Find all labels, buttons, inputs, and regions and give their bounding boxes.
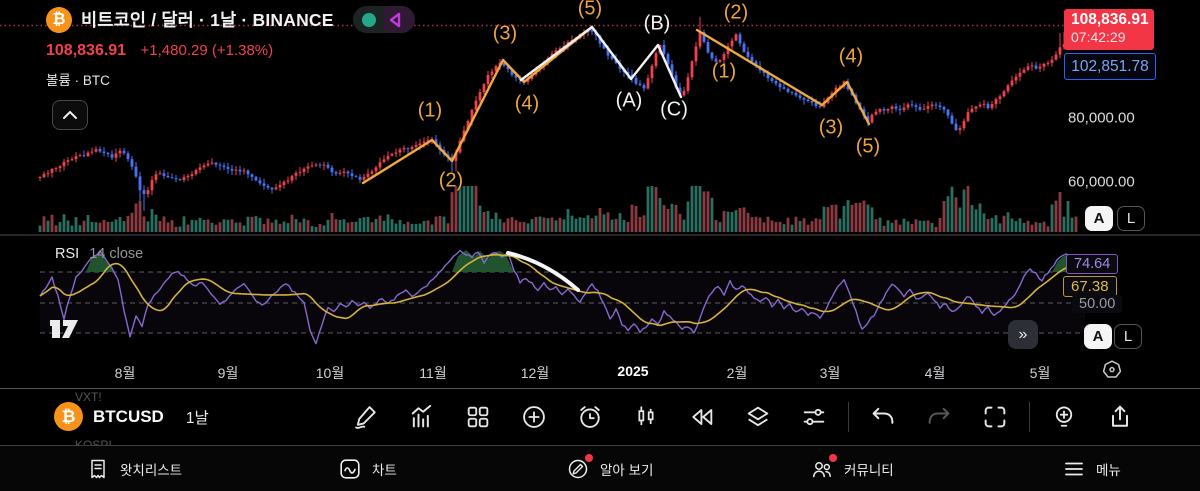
toolbar-icons — [338, 395, 1148, 439]
pane-separator[interactable] — [0, 234, 1200, 236]
notification-badge — [829, 454, 837, 462]
symbol-button[interactable]: BTCUSD — [93, 407, 164, 427]
time-tick-label: 2025 — [617, 363, 648, 379]
time-axis[interactable]: 8월 9월 10월 11월 12월 2025 2월 3월 4월 5월 — [0, 355, 1200, 388]
toolbar-divider — [1029, 402, 1030, 432]
share-button[interactable] — [1097, 395, 1143, 439]
rsi-auto-scale-button[interactable]: A — [1084, 324, 1112, 349]
rsi-legend[interactable]: RSI 14 close — [55, 246, 143, 262]
settings-sliders-icon — [800, 403, 828, 431]
chart-toolbar: VXT! KOSPI ₿ BTCUSD 1날 — [0, 389, 1200, 445]
redo-icon — [925, 403, 953, 431]
rsi-name: RSI — [55, 246, 79, 262]
time-tick-label: 4월 — [925, 363, 946, 383]
time-tick-label: 3월 — [820, 363, 841, 383]
time-tick-label: 11월 — [419, 363, 446, 383]
nav-label: 차트 — [372, 459, 397, 479]
nav-item-community[interactable]: 커뮤니티 — [810, 446, 894, 491]
axis-settings-icon[interactable] — [1100, 358, 1124, 382]
last-price: 108,836.91 — [46, 42, 126, 59]
objects-button[interactable] — [735, 395, 781, 439]
fullscreen-button[interactable] — [972, 395, 1018, 439]
share-idea-icon[interactable] — [385, 10, 405, 30]
rsi-log-scale-button[interactable]: L — [1114, 324, 1142, 349]
undo-icon — [869, 403, 897, 431]
time-tick-label: 10월 — [316, 363, 344, 383]
price-tick-label: 60,000.00 — [1068, 174, 1135, 191]
badge-price: 108,836.91 — [1071, 11, 1154, 29]
alerts-button[interactable] — [567, 395, 613, 439]
redo-button[interactable] — [916, 395, 962, 439]
notification-badge — [585, 454, 593, 462]
time-tick-label: 8월 — [115, 363, 136, 383]
time-tick-label: 5월 — [1030, 363, 1051, 383]
chart-type-icon — [632, 403, 660, 431]
nav-label: 왓치리스트 — [120, 459, 182, 479]
prev-close-label[interactable]: 102,851.78 — [1064, 53, 1156, 80]
nav-item-watchlist[interactable]: 왓치리스트 — [86, 446, 182, 491]
status-share-pill[interactable] — [353, 6, 415, 33]
price-change: +1,480.29 (+1.38%) — [141, 42, 274, 59]
volume-legend[interactable]: 볼륨 · BTC — [46, 69, 415, 89]
draw-icon — [352, 403, 380, 431]
menu-icon — [1062, 457, 1086, 481]
time-tick-label: 12월 — [521, 363, 549, 383]
add-button[interactable] — [511, 395, 557, 439]
tradingview-app: (1)(2)(3)(4)(5)(A)(B)(C)(1)(2)(3)(4)(5) … — [0, 0, 1200, 491]
toolbar-divider — [848, 402, 849, 432]
bitcoin-icon: ₿ — [46, 7, 72, 33]
replay-icon — [688, 403, 716, 431]
ideas-icon — [1050, 403, 1078, 431]
nav-label: 알아 보기 — [600, 459, 653, 479]
rsi-value-label: 74.64 — [1066, 254, 1118, 274]
chart-icon — [338, 457, 362, 481]
connection-status-icon — [362, 13, 376, 27]
layouts-icon — [464, 403, 492, 431]
alerts-icon — [576, 403, 604, 431]
rsi-ma-value-label: 67.38 — [1063, 276, 1117, 297]
fullscreen-icon — [981, 403, 1009, 431]
chart-legend: ₿ 비트코인 / 달러 · 1날 · BINANCE 108,836.91 +1… — [46, 6, 415, 89]
time-tick-label: 9월 — [218, 363, 239, 383]
symbol-title[interactable]: 비트코인 / 달러 · 1날 · BINANCE — [81, 7, 334, 32]
draw-button[interactable] — [343, 395, 389, 439]
bottom-navigation: 왓치리스트 차트 알아 보기 커뮤니티 메뉴 — [0, 446, 1200, 491]
chevron-up-icon — [62, 110, 78, 120]
add-icon — [520, 403, 548, 431]
price-tick-label: 80,000.00 — [1068, 110, 1135, 127]
time-tick-label: 2월 — [727, 363, 748, 383]
layouts-button[interactable] — [455, 395, 501, 439]
nav-label: 커뮤니티 — [844, 459, 894, 479]
nav-item-explore[interactable]: 알아 보기 — [566, 446, 653, 491]
collapse-legend-button[interactable] — [52, 100, 88, 130]
prev-close-value: 102,851.78 — [1071, 58, 1149, 76]
interval-button[interactable]: 1날 — [186, 406, 209, 428]
price-row: 108,836.91 +1,480.29 (+1.38%) — [46, 42, 415, 60]
nav-label: 메뉴 — [1096, 459, 1121, 479]
settings-sliders-button[interactable] — [791, 395, 837, 439]
share-icon — [1106, 403, 1134, 431]
nav-item-menu[interactable]: 메뉴 — [1062, 446, 1121, 491]
replay-button[interactable] — [679, 395, 725, 439]
watchlist-icon — [86, 457, 110, 481]
bitcoin-icon: ₿ — [54, 402, 83, 431]
nav-item-chart[interactable]: 차트 — [338, 446, 397, 491]
objects-icon — [744, 403, 772, 431]
log-scale-button[interactable]: L — [1117, 206, 1145, 231]
volume-layer — [39, 186, 1078, 232]
chart-type-button[interactable] — [623, 395, 669, 439]
rsi-params: 14 close — [89, 246, 143, 262]
indicators-button[interactable] — [399, 395, 445, 439]
ideas-button[interactable] — [1041, 395, 1087, 439]
nav-separator — [0, 445, 1200, 446]
auto-scale-button[interactable]: A — [1085, 206, 1113, 231]
rsi-mid-level-label: 50.00 — [1072, 295, 1122, 313]
indicators-icon — [408, 403, 436, 431]
badge-countdown: 07:42:29 — [1071, 29, 1154, 45]
last-price-badge[interactable]: 108,836.91 07:42:29 — [1064, 9, 1154, 50]
undo-button[interactable] — [860, 395, 906, 439]
expand-panel-button[interactable]: » — [1008, 320, 1038, 349]
